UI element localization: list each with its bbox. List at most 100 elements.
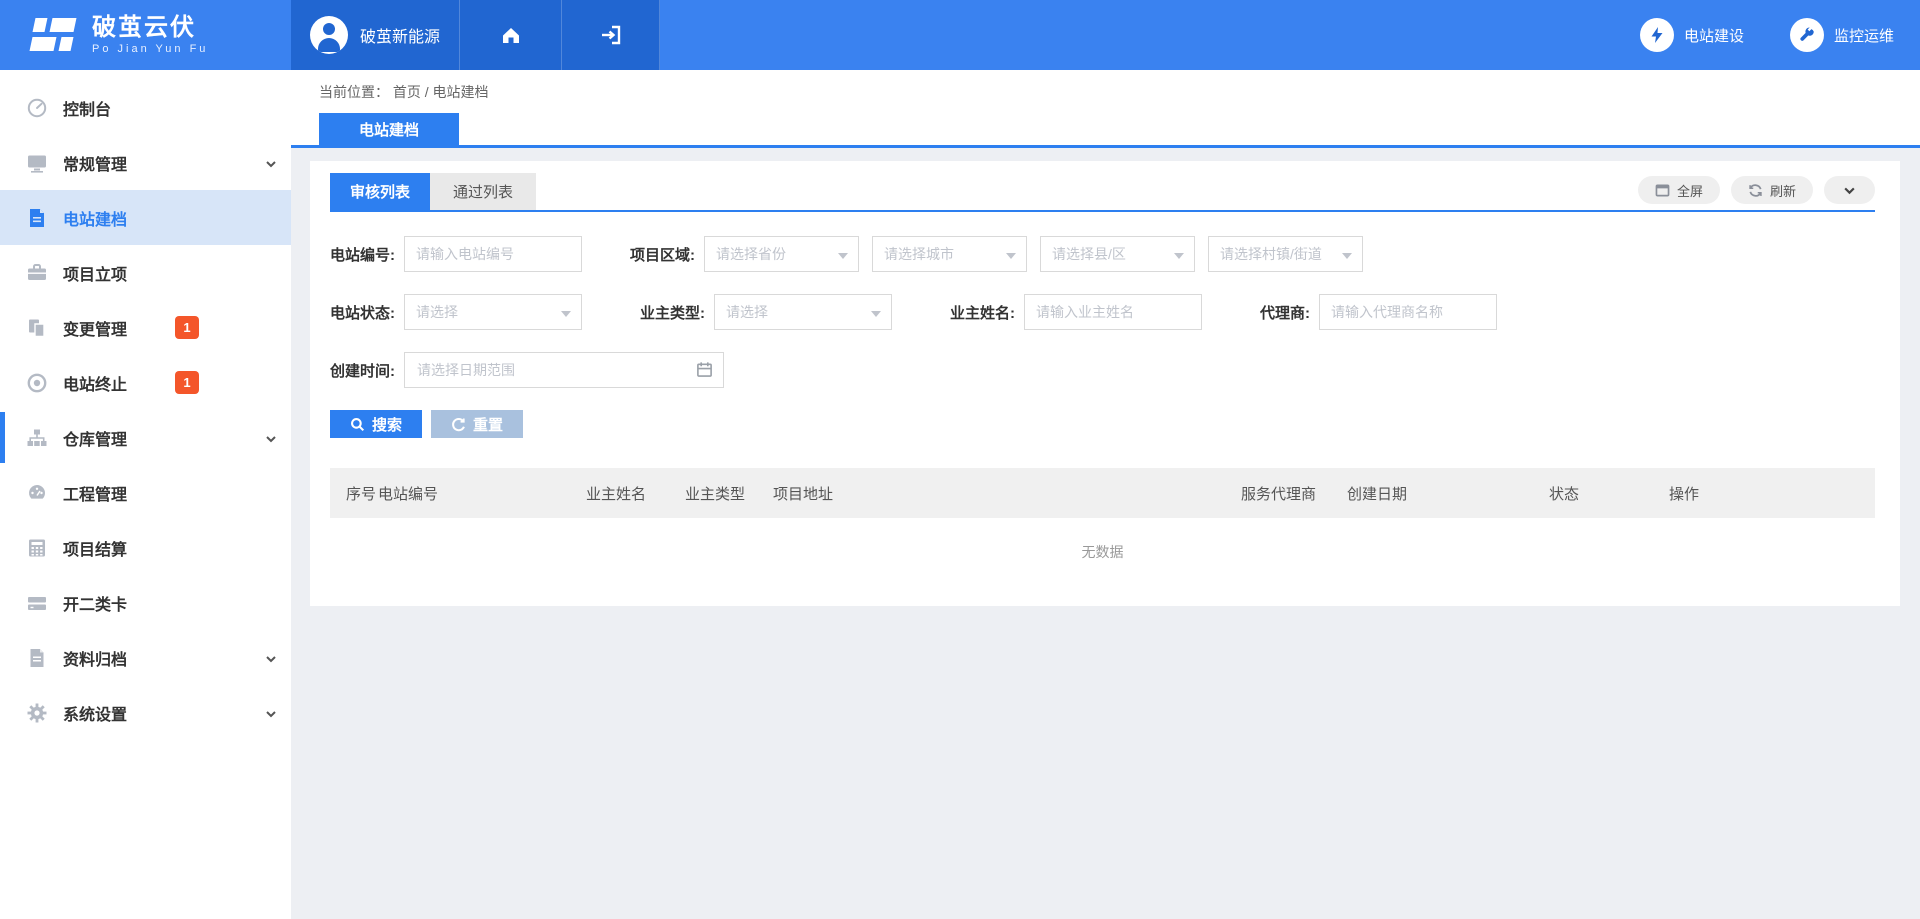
monitor-ops-nav[interactable]: 监控运维 bbox=[1790, 18, 1894, 52]
table-header-row: 序号 电站编号 业主姓名 业主类型 项目地址 服务代理商 创建日期 状态 操作 bbox=[330, 468, 1875, 518]
sidebar-item-station-archive[interactable]: 电站建档 bbox=[0, 190, 291, 245]
select-arrow-icon bbox=[1174, 253, 1184, 259]
sidebar-item-label: 常规管理 bbox=[63, 151, 127, 175]
sidebar-item-label: 电站终止 bbox=[63, 371, 127, 395]
panel-toolbar: 全屏 刷新 bbox=[1638, 176, 1875, 204]
owner-type-select[interactable]: 请选择 bbox=[714, 294, 892, 330]
sidebar-item-label: 项目立项 bbox=[63, 261, 127, 285]
col-owner-name: 业主姓名 bbox=[586, 468, 685, 518]
date-range-input[interactable] bbox=[404, 352, 724, 388]
owner-name-input[interactable] bbox=[1024, 294, 1202, 330]
company-name: 破茧新能源 bbox=[360, 23, 440, 47]
select-arrow-icon bbox=[1006, 253, 1016, 259]
sidebar-item-label: 控制台 bbox=[63, 96, 111, 120]
col-created-date: 创建日期 bbox=[1347, 468, 1549, 518]
empty-state: 无数据 bbox=[330, 518, 1875, 578]
home-button[interactable] bbox=[460, 0, 562, 70]
filter-form: 电站编号: 项目区域: 请选择省份 请选择城市 请选择县/区 bbox=[330, 212, 1875, 438]
content: 审核列表 通过列表 全屏 刷新 bbox=[291, 148, 1920, 606]
col-service-agent: 服务代理商 bbox=[1241, 468, 1347, 518]
sidebar-item-label: 仓库管理 bbox=[63, 426, 127, 450]
sidebar-item-type2-card[interactable]: 开二类卡 bbox=[0, 575, 291, 630]
sidebar-item-general-mgmt[interactable]: 常规管理 bbox=[0, 135, 291, 190]
collapse-button[interactable] bbox=[1824, 176, 1875, 204]
filter-row-2: 电站状态: 请选择 业主类型: 请选择 业主姓名: 代理商: bbox=[330, 294, 1875, 330]
station-build-nav[interactable]: 电站建设 bbox=[1640, 18, 1744, 52]
wrench-icon bbox=[1790, 18, 1824, 52]
search-button[interactable]: 搜索 bbox=[330, 410, 422, 438]
logo-icon bbox=[30, 14, 76, 56]
station-no-input[interactable] bbox=[404, 236, 582, 272]
sidebar-item-label: 项目结算 bbox=[63, 536, 127, 560]
sidebar-item-engineering-mgmt[interactable]: 工程管理 bbox=[0, 465, 291, 520]
copy-files-icon bbox=[26, 317, 48, 339]
created-label: 创建时间: bbox=[330, 360, 395, 381]
sidebar-item-project-initiation[interactable]: 项目立项 bbox=[0, 245, 291, 300]
status-select[interactable]: 请选择 bbox=[404, 294, 582, 330]
select-arrow-icon bbox=[1342, 253, 1352, 259]
province-select[interactable]: 请选择省份 bbox=[704, 236, 859, 272]
fullscreen-button[interactable]: 全屏 bbox=[1638, 176, 1720, 204]
sidebar-item-label: 变更管理 bbox=[63, 316, 127, 340]
dashboard-icon bbox=[26, 482, 48, 504]
sidebar-item-label: 资料归档 bbox=[63, 646, 127, 670]
fullscreen-icon bbox=[1655, 184, 1670, 197]
user-menu[interactable]: 破茧新能源 bbox=[291, 0, 460, 70]
col-index: 序号 bbox=[330, 468, 378, 518]
gauge-icon bbox=[26, 97, 48, 119]
logout-button[interactable] bbox=[562, 0, 660, 70]
village-select[interactable]: 请选择村镇/街道 bbox=[1208, 236, 1363, 272]
sidebar-item-warehouse-mgmt[interactable]: 仓库管理 bbox=[0, 410, 291, 465]
fullscreen-label: 全屏 bbox=[1677, 181, 1703, 200]
refresh-button[interactable]: 刷新 bbox=[1731, 176, 1813, 204]
sidebar-item-dashboard[interactable]: 控制台 bbox=[0, 80, 291, 135]
agent-input[interactable] bbox=[1319, 294, 1497, 330]
county-select[interactable]: 请选择县/区 bbox=[1040, 236, 1195, 272]
filter-actions: 搜索 重置 bbox=[330, 410, 1875, 438]
sidebar-item-station-termination[interactable]: 电站终止 1 bbox=[0, 355, 291, 410]
refresh-label: 刷新 bbox=[1770, 181, 1796, 200]
city-select[interactable]: 请选择城市 bbox=[872, 236, 1027, 272]
search-icon bbox=[350, 417, 365, 432]
chevron-down-icon bbox=[265, 708, 277, 720]
sidebar: 控制台 常规管理 电站建档 项目立项 变更管理 1 电站终止 1 仓库管理 bbox=[0, 70, 291, 919]
sidebar-item-label: 开二类卡 bbox=[63, 591, 127, 615]
lightning-icon bbox=[1640, 18, 1674, 52]
select-arrow-icon bbox=[561, 311, 571, 317]
file-icon bbox=[26, 647, 48, 669]
monitor-icon bbox=[26, 152, 48, 174]
page-tab-station-archive[interactable]: 电站建档 bbox=[319, 113, 459, 145]
breadcrumb-prefix: 当前位置： bbox=[319, 84, 389, 100]
chevron-down-icon bbox=[265, 433, 277, 445]
station-termination-badge: 1 bbox=[175, 371, 199, 394]
sidebar-item-project-settlement[interactable]: 项目结算 bbox=[0, 520, 291, 575]
header-nav: 破茧新能源 bbox=[291, 0, 660, 70]
col-status: 状态 bbox=[1549, 468, 1669, 518]
select-arrow-icon bbox=[871, 311, 881, 317]
tab-passed-list[interactable]: 通过列表 bbox=[430, 173, 536, 210]
app-root: 破茧云伏 Po Jian Yun Fu 破茧新能源 bbox=[0, 0, 1920, 919]
logo-title: 破茧云伏 bbox=[92, 15, 208, 41]
top-header: 破茧云伏 Po Jian Yun Fu 破茧新能源 bbox=[0, 0, 1920, 70]
chevron-down-icon bbox=[1843, 184, 1856, 197]
tab-review-list[interactable]: 审核列表 bbox=[330, 173, 430, 210]
home-icon bbox=[499, 23, 523, 47]
gear-icon bbox=[26, 702, 48, 724]
empty-row: 无数据 bbox=[330, 518, 1875, 578]
owner-type-label: 业主类型: bbox=[640, 302, 705, 323]
status-label: 电站状态: bbox=[330, 302, 395, 323]
breadcrumb-path: 首页 / 电站建档 bbox=[393, 84, 489, 100]
panel-tabs: 审核列表 通过列表 全屏 刷新 bbox=[330, 173, 1875, 212]
change-mgmt-badge: 1 bbox=[175, 316, 199, 339]
sidebar-item-system-settings[interactable]: 系统设置 bbox=[0, 685, 291, 740]
region-label: 项目区域: bbox=[630, 244, 695, 265]
record-circle-icon bbox=[26, 372, 48, 394]
card-icon bbox=[26, 592, 48, 614]
reset-button[interactable]: 重置 bbox=[431, 410, 523, 438]
sidebar-item-data-archive[interactable]: 资料归档 bbox=[0, 630, 291, 685]
monitor-ops-label: 监控运维 bbox=[1834, 25, 1894, 46]
col-project-address: 项目地址 bbox=[773, 468, 1241, 518]
main-area: 当前位置： 首页 / 电站建档 电站建档 审核列表 通过列表 全屏 bbox=[291, 70, 1920, 919]
sidebar-item-change-mgmt[interactable]: 变更管理 1 bbox=[0, 300, 291, 355]
breadcrumb: 当前位置： 首页 / 电站建档 bbox=[319, 82, 489, 102]
